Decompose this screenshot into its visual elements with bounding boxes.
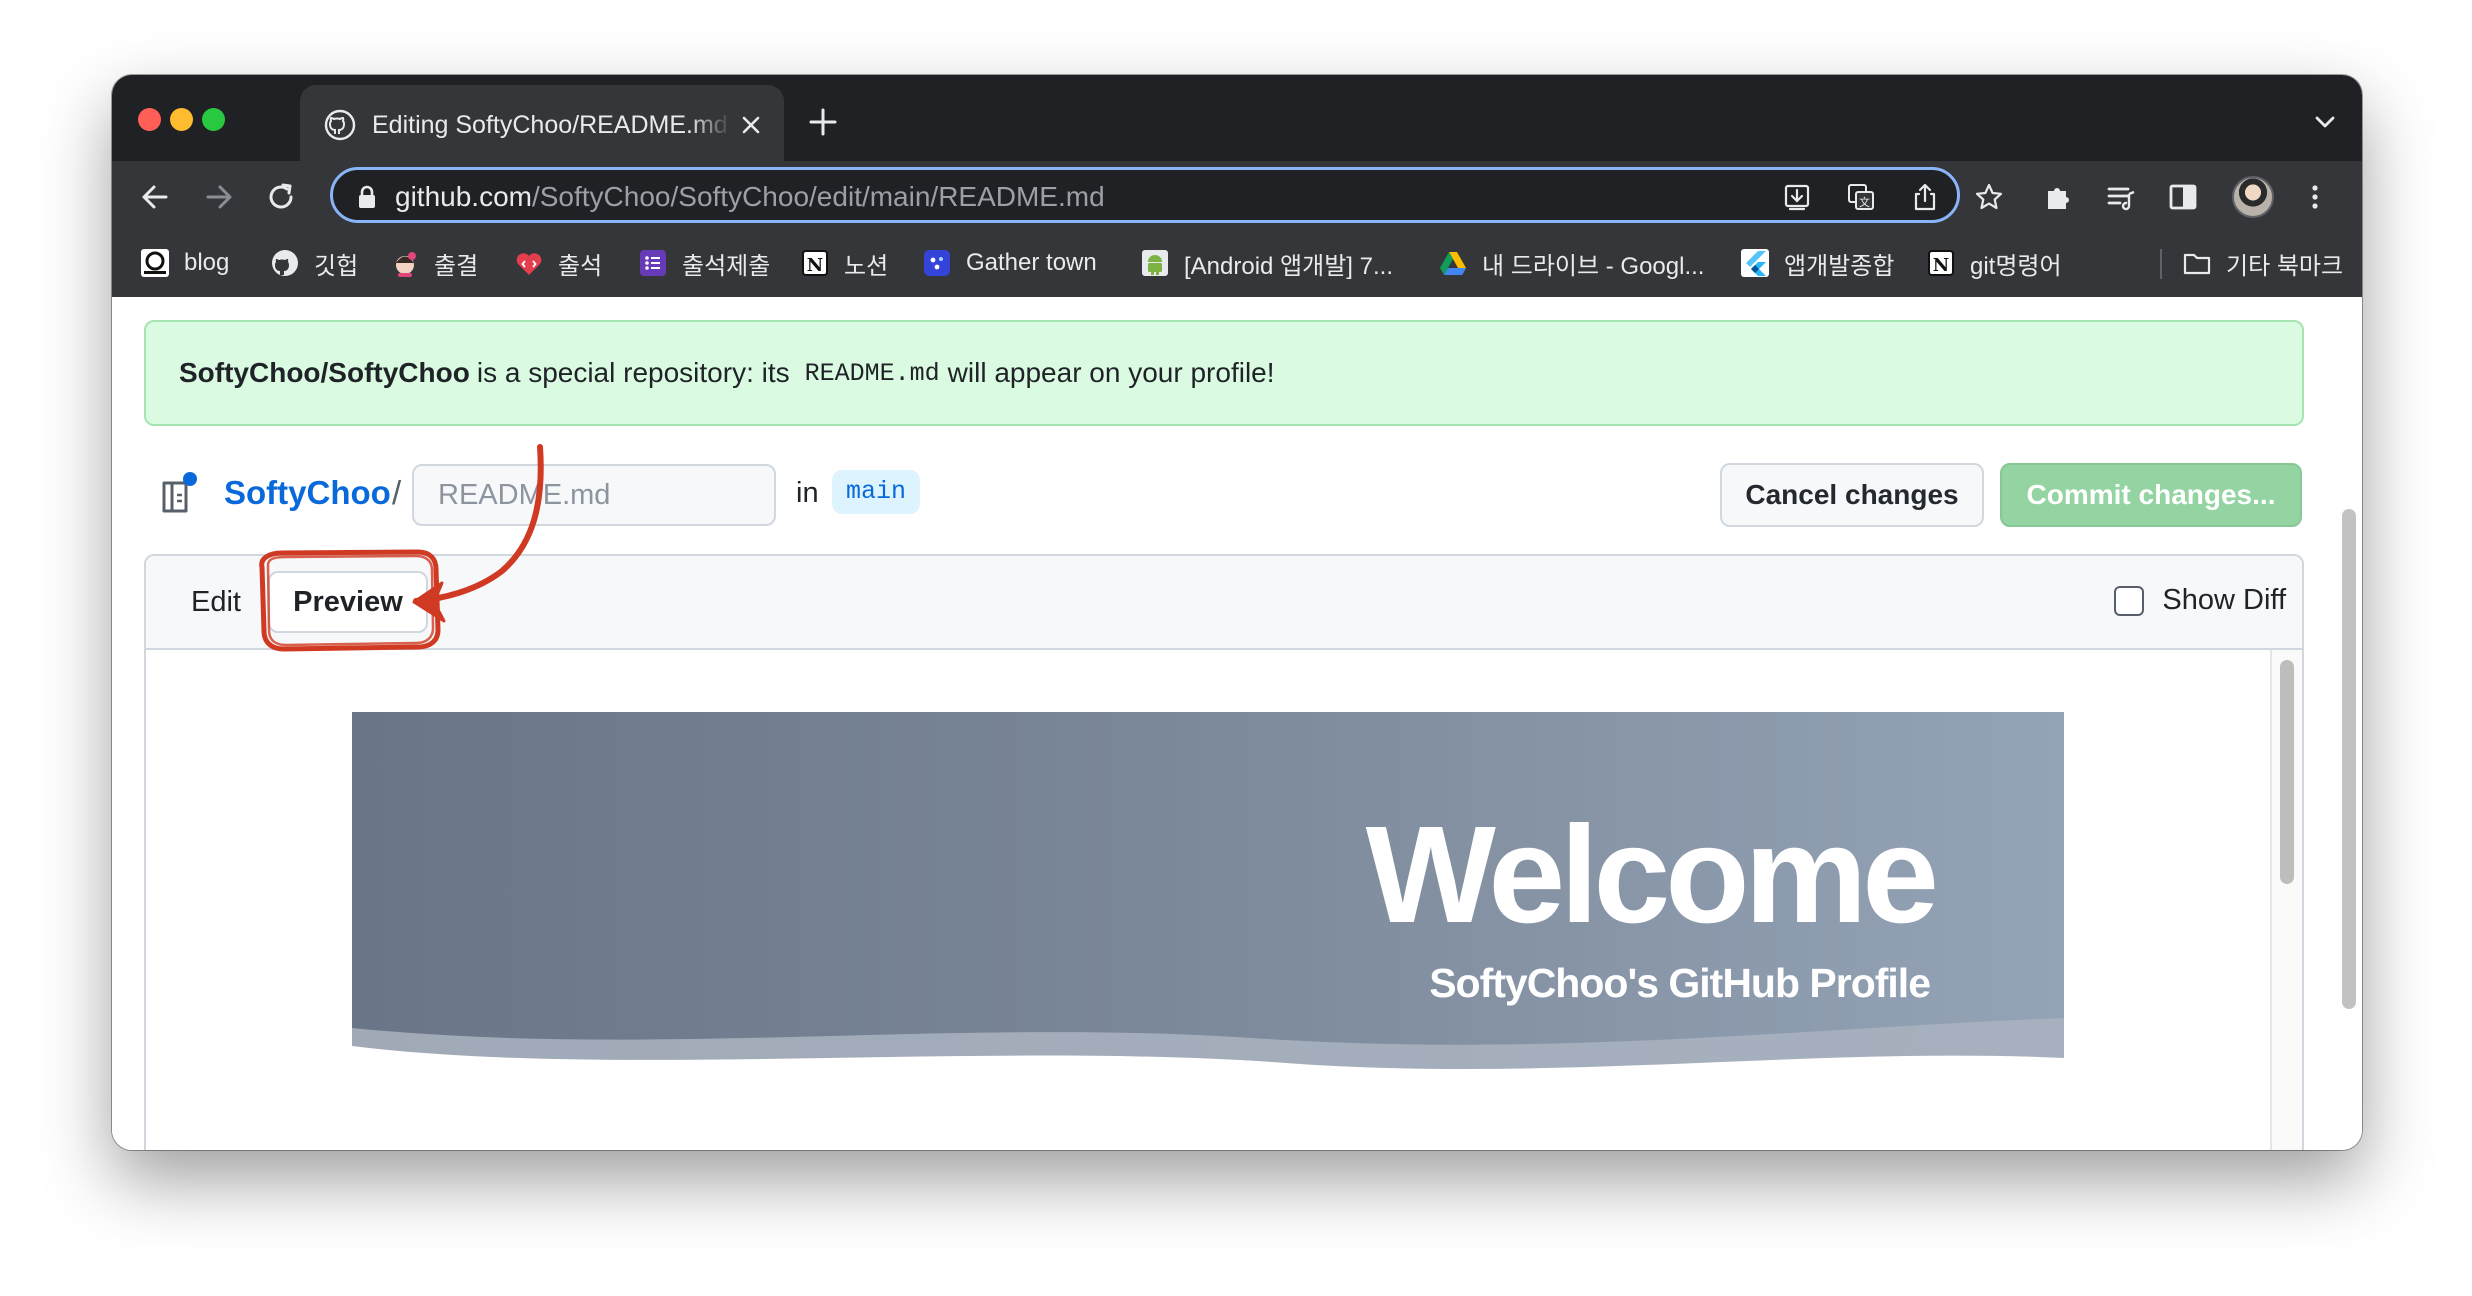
browser-toolbar: github.com/SoftyChoo/SoftyChoo/edit/main… [112,161,2362,231]
bookmark-label: blog [184,249,230,276]
notion-favicon-icon: N [802,250,828,276]
preview-scrollbar-track[interactable] [2270,650,2302,1150]
minimize-window-button[interactable] [170,108,193,131]
new-tab-plus-icon[interactable] [806,105,840,139]
bookmark-gather-town[interactable]: Gather town [922,246,1097,280]
bookmark-blog[interactable]: blog [140,246,229,280]
in-label: in [796,477,819,509]
forward-arrow-icon[interactable] [200,178,238,216]
other-bookmarks-label: 기타 북마크 [2226,252,2344,280]
github-favicon-icon [324,109,356,141]
flash-text-after: will appear on your profile! [947,357,1275,388]
bookmark-label: 깃헙 [314,252,359,280]
flash-code: README.md [804,358,940,388]
install-app-icon[interactable] [1781,181,1813,213]
bookmark-label: 노션 [844,252,889,280]
bookmark-label: 내 드라이브 - Googl... [1482,252,1705,280]
repo-owner-link[interactable]: SoftyChoo [224,473,391,513]
special-repo-banner: SoftyChoo/SoftyChoo is a special reposit… [144,320,2304,426]
banner-title: Welcome [1365,798,1939,952]
close-window-button[interactable] [138,108,161,131]
url-path: /SoftyChoo/SoftyChoo/edit/main/README.md [531,181,1105,212]
bookmark-android-course[interactable]: [Android 앱개발] 7... [1140,246,1393,280]
svg-text:N: N [1933,255,1949,276]
bookmark-label: Gather town [966,249,1097,276]
kebab-menu-icon[interactable] [2298,180,2332,214]
maximize-window-button[interactable] [202,108,225,131]
lock-icon[interactable] [357,185,377,209]
bookmarks-bar: blog 깃헙 출결 출석 출석제출 N 노션 Gather town [And… [112,231,2362,298]
preview-content: Welcome SoftyChoo's GitHub Profile [146,650,2302,1150]
character-favicon-icon [396,252,416,277]
editor-tabs: Edit Preview Show Diff [146,556,2302,650]
media-queue-icon[interactable] [2104,180,2138,214]
other-bookmarks[interactable]: 기타 북마크 [2182,246,2343,280]
github-favicon-icon [272,250,298,276]
google-drive-favicon-icon [1440,252,1466,275]
chevron-down-icon[interactable] [2312,109,2338,135]
notion-favicon-icon: N [1928,250,1954,276]
bookmark-attendance[interactable]: 출결 [390,246,478,280]
flutter-favicon-icon [1741,249,1769,277]
close-icon[interactable] [738,112,764,138]
share-icon[interactable] [1909,181,1941,213]
url-text[interactable]: github.com/SoftyChoo/SoftyChoo/edit/main… [395,180,1105,214]
tab-edit[interactable]: Edit [164,571,268,633]
editor-panel: Edit Preview Show Diff Welcome SoftyChoo… [144,554,2304,1150]
bookmark-check-in-submit[interactable]: 출석제출 [638,246,770,280]
github-edit-page: SoftyChoo/SoftyChoo is a special reposit… [112,297,2362,1150]
bookmarks-divider [2160,249,2162,279]
heart-code-favicon-icon [516,253,542,275]
repo-template-icon [162,472,197,513]
tab-preview[interactable]: Preview [268,571,428,633]
bookmark-label: 앱개발종합 [1784,252,1895,280]
show-diff-label: Show Diff [2162,584,2286,616]
cancel-changes-button[interactable]: Cancel changes [1720,463,1984,527]
bookmark-check-in[interactable]: 출석 [514,246,602,280]
bookmark-github[interactable]: 깃헙 [270,246,358,280]
folder-icon [2183,253,2211,275]
back-arrow-icon[interactable] [136,178,174,216]
extensions-puzzle-icon[interactable] [2042,180,2076,214]
bookmark-git-commands[interactable]: N git명령어 [1926,246,2062,280]
svg-text:文: 文 [1859,195,1870,209]
bookmark-app-dev[interactable]: 앱개발종합 [1740,246,1894,280]
android-favicon-icon [1142,250,1168,276]
bookmark-notion[interactable]: N 노션 [800,246,888,280]
tab-title: Editing SoftyChoo/README.md [372,111,728,139]
bookmark-label: [Android 앱개발] 7... [1184,252,1393,280]
tab-strip: Editing SoftyChoo/README.md [112,75,2362,161]
branch-badge[interactable]: main [832,470,921,514]
form-list-favicon-icon [640,250,666,276]
path-separator: / [392,474,402,511]
active-tab[interactable]: Editing SoftyChoo/README.md [300,85,784,161]
show-diff-toggle[interactable]: Show Diff [2114,584,2286,617]
bookmark-star-icon[interactable] [1973,181,2005,213]
side-panel-icon[interactable] [2166,180,2200,214]
translate-icon[interactable]: 文 [1845,181,1877,213]
bookmark-label: git명령어 [1970,252,2062,280]
banner-subtitle: SoftyChoo's GitHub Profile [1429,960,1931,1006]
filename-input[interactable]: README.md [412,464,776,526]
welcome-banner-image: Welcome SoftyChoo's GitHub Profile [352,712,2064,1088]
banner-wave-decoration [352,1018,2064,1088]
blog-favicon-icon [141,249,169,277]
bookmark-label: 출결 [434,252,479,280]
flash-repo-name: SoftyChoo/SoftyChoo [179,357,470,388]
browser-window: Editing SoftyChoo/README.md github.com/S… [112,75,2362,1150]
reload-icon[interactable] [262,178,300,216]
preview-scrollbar-thumb[interactable] [2280,660,2294,884]
show-diff-checkbox[interactable] [2114,585,2145,616]
bookmark-label: 출석 [558,252,603,280]
bookmark-google-drive[interactable]: 내 드라이브 - Googl... [1438,246,1704,280]
page-scrollbar-thumb[interactable] [2342,509,2356,1009]
commit-changes-button[interactable]: Commit changes... [2000,463,2302,527]
address-bar[interactable]: github.com/SoftyChoo/SoftyChoo/edit/main… [330,167,2003,223]
url-host: github.com [395,181,532,212]
profile-avatar[interactable] [2232,176,2274,218]
svg-text:N: N [807,255,823,276]
gather-favicon-icon [924,250,950,276]
flash-text: is a special repository: its [476,357,790,388]
bookmark-label: 출석제출 [682,252,771,280]
